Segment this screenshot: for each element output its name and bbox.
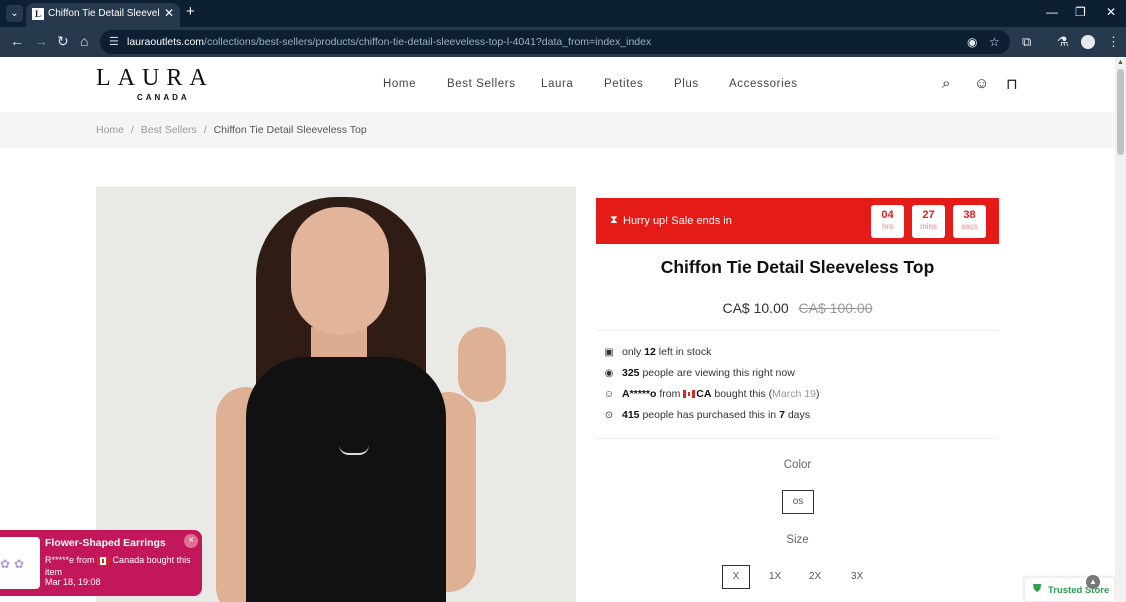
countdown-label: Hurry up! Sale ends in (623, 215, 732, 227)
recent-buyer-info: ☺ A*****o from CA bought this (March 19) (603, 388, 820, 400)
nav-accessories[interactable]: Accessories (729, 78, 798, 90)
nav-best-sellers[interactable]: Best Sellers (447, 78, 516, 90)
sale-price: CA$ 10.00 (722, 300, 789, 316)
toast-message: R*****e from Canada bought this item (45, 555, 191, 577)
cart-icon[interactable]: ⊓ (1006, 75, 1018, 93)
search-icon[interactable]: ⌕ (942, 75, 950, 92)
color-label: Color (783, 459, 812, 471)
shield-check-icon: ⛊ (1033, 583, 1042, 595)
dollar-icon: ⊙ (604, 410, 614, 421)
tab-search-icon[interactable]: ⌄ (6, 5, 23, 22)
toast-product-title: Flower-Shaped Earrings (45, 537, 166, 549)
web-page: LAURA CANADA Home Best Sellers Laura Pet… (0, 57, 1115, 602)
recent-purchase-toast[interactable]: ✿ ✿ Flower-Shaped Earrings R*****e from … (0, 530, 202, 596)
tab-title: Chiffon Tie Detail Sleeveless Top (48, 8, 160, 19)
user-icon: ☺ (603, 389, 615, 400)
product-title: Chiffon Tie Detail Sleeveless Top (660, 257, 935, 277)
back-icon[interactable]: ← (10, 33, 24, 49)
home-icon[interactable]: ⌂ (80, 33, 88, 49)
countdown-hours: 04 hrs (871, 205, 904, 238)
sale-countdown: ⧗ Hurry up! Sale ends in 04 hrs 27 mins … (596, 198, 999, 244)
model-black-top (246, 357, 446, 602)
size-option-2x[interactable]: 2X (809, 571, 821, 582)
countdown-seconds: 38 secs (953, 205, 986, 238)
viewers-info: ◉ 325 people are viewing this right now (602, 367, 795, 379)
labs-icon[interactable]: ⚗ (1057, 34, 1069, 50)
menu-icon[interactable]: ⋮ (1107, 34, 1120, 50)
flower-earring-icon: ✿ (14, 557, 25, 571)
nav-plus[interactable]: Plus (674, 78, 699, 90)
breadcrumb: Home / Best Sellers / Chiffon Tie Detail… (96, 124, 367, 136)
model-hand (458, 327, 506, 402)
color-option-os[interactable]: os (782, 490, 814, 514)
product-price: CA$ 10.00 CA$ 100.00 (596, 300, 999, 316)
reload-icon[interactable]: ↻ (57, 33, 69, 50)
breadcrumb-bar: Home / Best Sellers / Chiffon Tie Detail… (0, 112, 1115, 148)
browser-tab-strip: ⌄ L Chiffon Tie Detail Sleeveless Top ✕ … (0, 0, 1126, 27)
divider (596, 330, 999, 331)
canada-flag-icon (683, 390, 696, 399)
breadcrumb-current: Chiffon Tie Detail Sleeveless Top (213, 124, 367, 136)
scroll-up-arrow-icon[interactable]: ▲ (1117, 59, 1124, 66)
browser-tab[interactable]: L Chiffon Tie Detail Sleeveless Top ✕ (26, 3, 180, 27)
site-logo[interactable]: LAURA CANADA (96, 66, 230, 102)
toast-close-icon[interactable]: × (184, 534, 198, 548)
countdown-minutes: 27 mins (912, 205, 945, 238)
size-option-3x[interactable]: 3X (851, 571, 863, 582)
toast-time: Mar 18, 19:08 (45, 577, 101, 587)
box-icon: ▣ (604, 347, 614, 358)
restore-icon[interactable]: ❐ (1075, 5, 1086, 19)
breadcrumb-home[interactable]: Home (96, 124, 124, 136)
original-price: CA$ 100.00 (798, 300, 873, 316)
nav-laura[interactable]: Laura (541, 78, 573, 90)
page-scrollbar[interactable]: ▲ (1115, 57, 1126, 602)
eye-off-icon[interactable]: ◉ (967, 35, 977, 49)
size-option-x[interactable]: X (722, 565, 750, 589)
minimize-icon[interactable]: — (1046, 5, 1058, 19)
bookmark-star-icon[interactable]: ☆ (989, 35, 1000, 49)
nav-home[interactable]: Home (383, 78, 416, 90)
nav-petites[interactable]: Petites (604, 78, 643, 90)
divider (596, 438, 999, 439)
stock-info: ▣ only 12 left in stock (602, 346, 711, 358)
site-info-icon[interactable]: ☰ (109, 35, 119, 48)
earrings-thumbnail: ✿ ✿ (0, 537, 40, 589)
scrollbar-thumb[interactable] (1117, 69, 1124, 155)
model-face (291, 207, 389, 335)
size-option-1x[interactable]: 1X (769, 571, 781, 582)
eye-icon: ◉ (604, 368, 614, 379)
forward-icon[interactable]: → (34, 33, 48, 49)
new-tab-icon[interactable]: + (186, 3, 195, 20)
size-label: Size (786, 534, 809, 546)
breadcrumb-best-sellers[interactable]: Best Sellers (141, 124, 197, 136)
hourglass-icon: ⧗ (610, 214, 618, 226)
scroll-to-top-icon[interactable]: ▲ (1086, 575, 1100, 589)
url-text: lauraoutlets.com/collections/best-seller… (127, 36, 652, 48)
breadcrumb-separator: / (130, 124, 134, 136)
site-favicon: L (32, 8, 44, 20)
address-bar[interactable]: ☰ lauraoutlets.com/collections/best-sell… (100, 30, 1010, 54)
purchases-info: ⊙ 415 people has purchased this in 7 days (602, 409, 810, 421)
browser-toolbar: ← → ↻ ⌂ ☰ lauraoutlets.com/collections/b… (0, 27, 1126, 57)
breadcrumb-separator: / (203, 124, 207, 136)
site-header: LAURA CANADA Home Best Sellers Laura Pet… (0, 57, 1115, 112)
window-close-icon[interactable]: ✕ (1106, 5, 1116, 19)
trusted-store-label: Trusted Store (1048, 585, 1110, 596)
account-icon[interactable]: ☺ (974, 75, 989, 92)
profile-avatar-icon[interactable] (1081, 35, 1095, 49)
flower-earring-icon: ✿ (0, 557, 11, 571)
canada-flag-icon (97, 556, 110, 565)
trusted-store-badge[interactable]: ⛊ Trusted Store (1024, 577, 1115, 602)
extensions-icon[interactable]: ⧉ (1022, 34, 1031, 50)
close-tab-icon[interactable]: ✕ (164, 6, 174, 20)
